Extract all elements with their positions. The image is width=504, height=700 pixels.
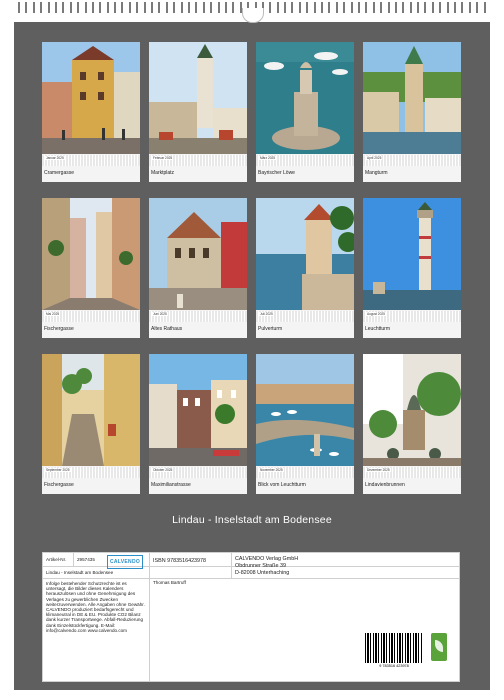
month-photo (149, 354, 247, 466)
photo-caption: Altes Rathaus (151, 326, 183, 332)
month-photo (149, 42, 247, 154)
month-card: Februar 2025 Marktplatz (149, 42, 247, 182)
article-label: Artikel-Nr. (46, 557, 67, 562)
isbn: ISBN 9783516423978 (153, 558, 207, 564)
month-card: Dezember 2025 Lindavienbrunnen (363, 354, 461, 494)
month-label: Juni 2025 (152, 312, 168, 316)
month-card: Mai 2025 Fischergasse (42, 198, 140, 338)
publisher-city: D-82008 Unterhaching (235, 570, 290, 576)
month-card: Juli 2025 Pulverturm (256, 198, 354, 338)
photo-caption: Leuchtturm (365, 326, 391, 332)
calendar-back-page: Januar 2025 Cramergasse Februar 2025 Marktp… (14, 22, 490, 690)
author-name: Thomas Bartruff (153, 580, 186, 585)
month-photo (363, 42, 461, 154)
photo-caption: Bayrischer Löwe (258, 170, 295, 176)
month-card: Januar 2025 Cramergasse (42, 42, 140, 182)
photo-caption: Lindavienbrunnen (365, 482, 405, 488)
publisher-name: CALVENDO Verlag GmbH (235, 556, 299, 562)
month-photo (256, 42, 354, 154)
month-label: Juli 2025 (259, 312, 274, 316)
barcode-icon (365, 633, 423, 663)
month-photo (42, 354, 140, 466)
month-card: März 2025 Bayrischer Löwe (256, 42, 354, 182)
month-label: Mai 2025 (45, 312, 61, 316)
month-label: August 2025 (366, 312, 386, 316)
month-card: August 2025 Leuchtturm (363, 198, 461, 338)
month-label: März 2025 (259, 156, 277, 160)
photo-caption: Marktplatz (151, 170, 175, 176)
product-info-box: Artikel-Nr. 2957435 CALVENDO Lindau - In… (42, 552, 460, 682)
photo-caption: Cramergasse (44, 170, 75, 176)
month-photo (256, 354, 354, 466)
photo-caption: Fischergasse (44, 482, 74, 488)
month-label: Januar 2025 (45, 156, 65, 160)
product-title: Lindau - Inselstadt am Bodensee (46, 570, 114, 575)
month-grid: Januar 2025 Cramergasse Februar 2025 Marktp… (42, 42, 461, 494)
month-label: November 2025 (259, 468, 284, 472)
month-label: Februar 2025 (152, 156, 174, 160)
month-card: November 2025 Blick vom Leuchtturm (256, 354, 354, 494)
calvendo-logo: CALVENDO (107, 555, 143, 569)
photo-caption: Mangturm (365, 170, 388, 176)
month-label: April 2025 (366, 156, 383, 160)
month-photo (256, 198, 354, 310)
month-photo (42, 198, 140, 310)
calendar-title: Lindau - Inselstadt am Bodensee (172, 514, 332, 526)
leaf-icon (431, 633, 447, 661)
month-photo (363, 354, 461, 466)
month-photo (149, 198, 247, 310)
photo-caption: Maximilianstrasse (151, 482, 191, 488)
month-card: April 2025 Mangturm (363, 42, 461, 182)
month-card: Oktober 2025 Maximilianstrasse (149, 354, 247, 494)
publisher-street: Obdrunner Straße 39 (235, 563, 286, 569)
photo-caption: Pulverturm (258, 326, 283, 332)
month-label: September 2025 (45, 468, 71, 472)
month-card: Juni 2025 Altes Rathaus (149, 198, 247, 338)
month-photo (363, 198, 461, 310)
photo-caption: Fischergasse (44, 326, 74, 332)
month-photo (42, 42, 140, 154)
photo-caption: Blick vom Leuchtturm (258, 482, 306, 488)
article-number: 2957435 (77, 557, 95, 562)
month-label: Dezember 2025 (366, 468, 391, 472)
legal-notice: Infolge bestehender Schutzrechte ist es … (46, 581, 145, 633)
month-card: September 2025 Fischergasse (42, 354, 140, 494)
barcode-number: 9 783516 423978 (379, 664, 409, 668)
month-label: Oktober 2025 (152, 468, 174, 472)
